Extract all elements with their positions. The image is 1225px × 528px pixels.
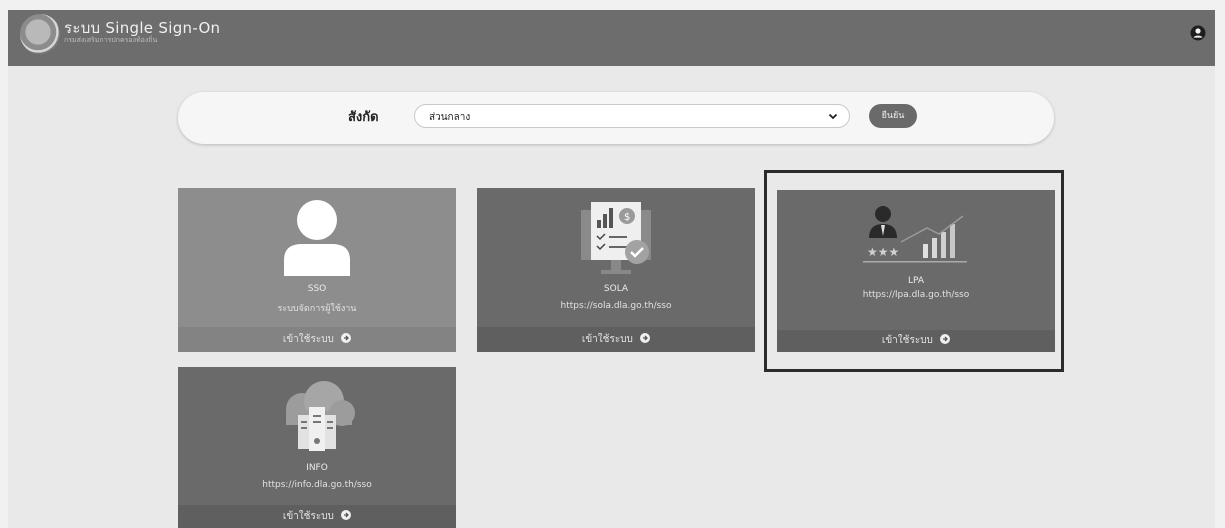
- card-footer: เข้าใช้ระบบ: [178, 327, 456, 352]
- user-circle-icon[interactable]: [1190, 25, 1206, 41]
- system-description: https://info.dla.go.th/sso: [262, 480, 372, 490]
- arrow-circle-right-icon: [341, 333, 352, 343]
- cloud-server-icon: [286, 381, 355, 451]
- page: ระบบ Single Sign-On กรมส่งเสริมการปกครอง…: [8, 10, 1215, 528]
- report-checklist-icon: $: [581, 202, 651, 274]
- affiliation-label: สังกัด: [348, 110, 379, 125]
- enter-system-link[interactable]: เข้าใช้ระบบ: [477, 327, 755, 352]
- system-description: ระบบจัดการผู้ใช้งาน: [277, 304, 357, 314]
- affiliation-select[interactable]: ส่วนกลาง: [414, 104, 850, 128]
- confirm-button[interactable]: ยืนยัน: [869, 104, 917, 128]
- system-name: INFO: [306, 463, 328, 473]
- user-silhouette-icon: [284, 200, 350, 276]
- system-card-sso: SSO ระบบจัดการผู้ใช้งาน เข้าใช้ระบบ: [178, 188, 456, 352]
- top-navbar: ระบบ Single Sign-On กรมส่งเสริมการปกครอง…: [8, 10, 1215, 66]
- enter-system-label: เข้าใช้ระบบ: [282, 334, 334, 345]
- system-name: SSO: [307, 284, 327, 294]
- system-card-sola: $ SOLA https://sola.dla.go.th/sso เข้าใช…: [477, 188, 755, 352]
- chevron-down-icon: [828, 113, 838, 120]
- svg-text:$: $: [624, 212, 630, 223]
- system-card-info: INFO https://info.dla.go.th/sso เข้าใช้ร…: [178, 367, 456, 528]
- affiliation-select-value: ส่วนกลาง: [429, 112, 471, 123]
- app-subtitle: กรมส่งเสริมการปกครองท้องถิ่น: [64, 36, 158, 44]
- system-description: https://sola.dla.go.th/sso: [560, 301, 672, 311]
- enter-system-link[interactable]: เข้าใช้ระบบ: [178, 327, 456, 352]
- system-name: SOLA: [603, 284, 629, 294]
- enter-system-label: เข้าใช้ระบบ: [282, 511, 334, 522]
- card-footer: เข้าใช้ระบบ: [477, 327, 755, 352]
- logo: [20, 14, 60, 54]
- arrow-circle-right-icon: [640, 333, 651, 343]
- arrow-circle-right-icon: [341, 510, 352, 520]
- affiliation-filter: สังกัด ส่วนกลาง ยืนยัน: [178, 92, 1054, 144]
- card-footer: เข้าใช้ระบบ: [178, 505, 456, 528]
- enter-system-label: เข้าใช้ระบบ: [581, 334, 633, 345]
- selected-card-frame: [764, 170, 1064, 372]
- enter-system-link[interactable]: เข้าใช้ระบบ: [178, 505, 456, 528]
